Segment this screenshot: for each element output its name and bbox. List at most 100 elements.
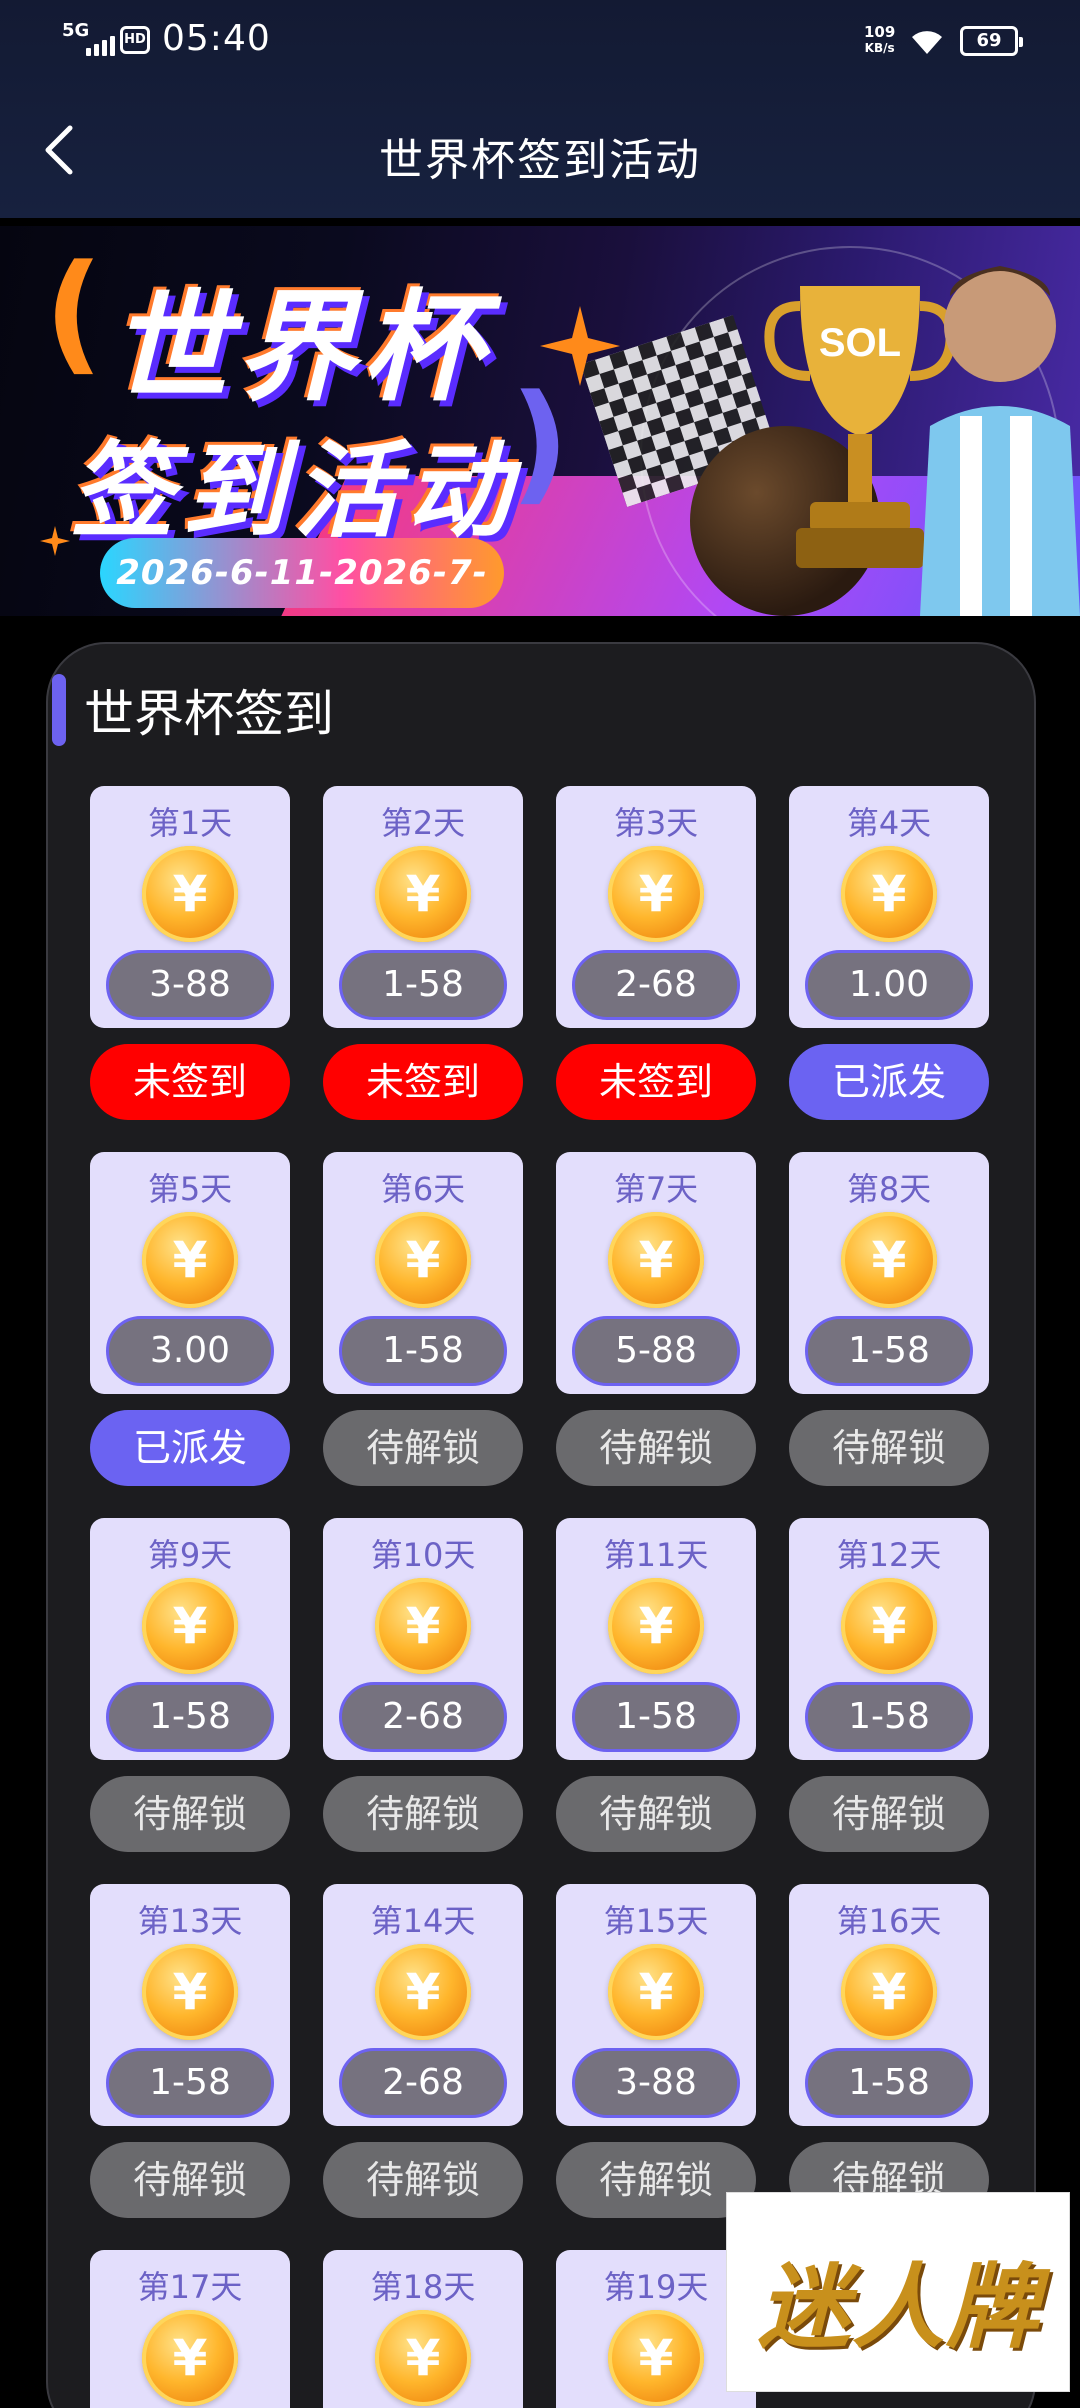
yuan-coin-icon: ¥ [142,1212,238,1308]
yuan-coin-icon: ¥ [608,846,704,942]
day-reward-tile: 第8天 ¥1-58 [789,1152,989,1394]
event-date-range: 2026-6-11-2026-7-19 [100,538,504,608]
checkin-status-button[interactable]: 待解锁 [789,1776,989,1852]
status-bar: 5G HD 05:40 109 KB/s 69 [0,0,1080,80]
trophy-label: SOL [819,321,901,365]
reward-amount: 1-58 [805,1316,973,1386]
checkin-card-title: 世界杯签到 [84,685,334,743]
checkin-status-button[interactable]: 待解锁 [323,1410,523,1486]
checkin-status-button[interactable]: 已派发 [789,1044,989,1120]
day-label: 第7天 [613,1170,699,1208]
reward-amount: 5-88 [572,1316,740,1386]
network-speed: 109 KB/s [864,24,895,56]
day-reward-tile: 第3天 ¥2-68 [556,786,756,1028]
day-label: 第18天 [370,2268,476,2306]
day-label: 第2天 [380,804,466,842]
day-label: 第16天 [836,1902,942,1940]
yuan-coin-icon: ¥ [375,2310,471,2406]
yuan-coin-icon: ¥ [142,1944,238,2040]
day-reward-tile: 第9天 ¥1-58 [90,1518,290,1760]
reward-amount: 1.00 [805,950,973,1020]
yuan-coin-icon: ¥ [142,2310,238,2406]
day-reward-tile: 第16天 ¥1-58 [789,1884,989,2126]
reward-amount: 1-58 [805,2048,973,2118]
day-reward-tile: 第5天 ¥3.00 [90,1152,290,1394]
day-reward-tile: 第11天 ¥1-58 [556,1518,756,1760]
yuan-coin-icon: ¥ [375,1578,471,1674]
banner-title-line2: 签到活动 [70,430,519,552]
event-banner[interactable]: SOL ( ) 世界杯 签到活动 2026-6-11-2026-7-19 [0,226,1080,616]
day-reward-tile: 第6天 ¥1-58 [323,1152,523,1394]
checkin-status-button[interactable]: 待解锁 [90,2142,290,2218]
yuan-coin-icon: ¥ [142,1578,238,1674]
day-label: 第10天 [370,1536,476,1574]
app-header: 5G HD 05:40 109 KB/s 69 世界杯签到活动 [0,0,1080,218]
checkin-status-button[interactable]: 待解锁 [789,1410,989,1486]
yuan-coin-icon: ¥ [608,1578,704,1674]
sparkle-small-icon [40,526,70,556]
reward-amount: 1-58 [572,1682,740,1752]
reward-amount: 2-68 [339,2048,507,2118]
day-label: 第6天 [380,1170,466,1208]
reward-amount: 1-58 [106,2048,274,2118]
reward-amount: 3-88 [572,2048,740,2118]
checkin-status-button[interactable]: 待解锁 [556,1410,756,1486]
yuan-coin-icon: ¥ [841,1212,937,1308]
banner-title-line1: 世界杯 [110,279,488,418]
checkin-status-button[interactable]: 待解锁 [556,1776,756,1852]
day-label: 第9天 [147,1536,233,1574]
yuan-coin-icon: ¥ [375,1212,471,1308]
checkin-status-button[interactable]: 待解锁 [323,1776,523,1852]
checkin-status-button[interactable]: 已派发 [90,1410,290,1486]
day-reward-tile: 第1天 ¥3-88 [90,786,290,1028]
reward-amount: 2-68 [339,1682,507,1752]
day-label: 第1天 [147,804,233,842]
checkin-status-button[interactable]: 未签到 [323,1044,523,1120]
sparkle-icon [540,306,620,386]
hd-icon: HD [120,26,150,54]
reward-amount: 3.00 [106,1316,274,1386]
network-speed-unit: KB/s [864,41,895,55]
yuan-coin-icon: ¥ [608,1944,704,2040]
checkin-card-header: 世界杯签到 [52,674,334,746]
day-reward-tile: 第2天 ¥1-58 [323,786,523,1028]
day-label: 第5天 [147,1170,233,1208]
checkin-status-button[interactable]: 待解锁 [90,1776,290,1852]
wifi-icon [912,31,942,54]
day-label: 第13天 [137,1902,243,1940]
day-reward-tile: 第10天 ¥2-68 [323,1518,523,1760]
day-label: 第15天 [603,1902,709,1940]
day-reward-tile: 第17天 ¥ [90,2250,290,2408]
watermark-text: 迷人牌 [757,2254,1040,2361]
signal-bars-icon [86,36,115,56]
day-label: 第14天 [370,1902,476,1940]
day-label: 第4天 [846,804,932,842]
watermark-logo: 迷人牌 [726,2192,1070,2392]
day-reward-tile: 第18天 ¥ [323,2250,523,2408]
yuan-coin-icon: ¥ [841,846,937,942]
checkin-status-button[interactable]: 未签到 [556,1044,756,1120]
banner-brace-left: ( [44,236,104,388]
yuan-coin-icon: ¥ [375,846,471,942]
checkin-status-button[interactable]: 待解锁 [323,2142,523,2218]
heading-accent-bar [52,674,66,746]
yuan-coin-icon: ¥ [841,1578,937,1674]
battery-icon: 69 [960,26,1023,56]
day-reward-tile: 第13天 ¥1-58 [90,1884,290,2126]
day-label: 第8天 [846,1170,932,1208]
reward-amount: 1-58 [805,1682,973,1752]
day-reward-tile: 第7天 ¥5-88 [556,1152,756,1394]
yuan-coin-icon: ¥ [841,1944,937,2040]
yuan-coin-icon: ¥ [375,1944,471,2040]
signal-indicator: 5G [62,20,115,56]
banner-brace-right: ) [510,366,570,518]
day-reward-tile: 第4天 ¥1.00 [789,786,989,1028]
checkin-status-button[interactable]: 未签到 [90,1044,290,1120]
day-label: 第3天 [613,804,699,842]
player-image [920,266,1080,616]
day-label: 第17天 [137,2268,243,2306]
reward-amount: 1-58 [339,1316,507,1386]
network-speed-value: 109 [864,23,896,41]
day-label: 第11天 [603,1536,709,1574]
day-reward-tile: 第14天 ¥2-68 [323,1884,523,2126]
